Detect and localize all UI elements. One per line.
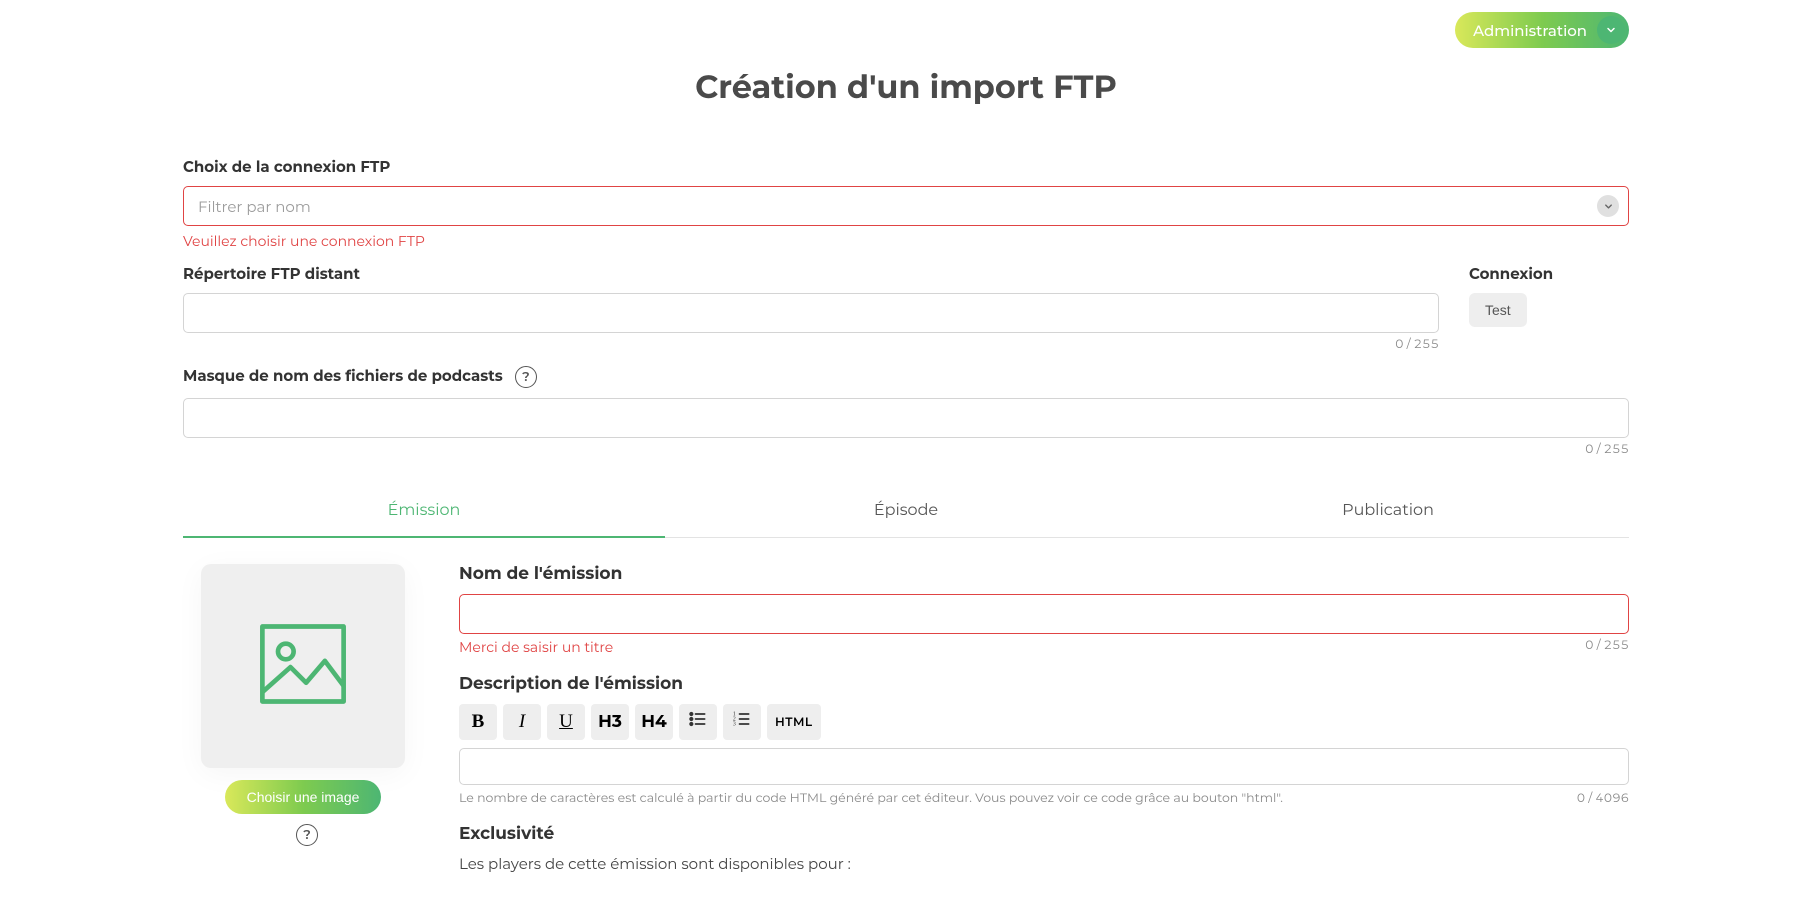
admin-menu-label: Administration bbox=[1473, 21, 1587, 40]
mask-input[interactable] bbox=[183, 398, 1629, 438]
bullet-list-icon bbox=[688, 709, 708, 735]
remote-dir-label: Répertoire FTP distant bbox=[183, 264, 1439, 283]
numbered-list-icon: 1 2 3 bbox=[732, 709, 752, 735]
test-connection-button[interactable]: Test bbox=[1469, 293, 1527, 327]
emission-name-input[interactable] bbox=[459, 594, 1629, 634]
chevron-down-icon bbox=[1597, 16, 1625, 44]
ftp-connection-label: Choix de la connexion FTP bbox=[183, 157, 1629, 176]
ftp-connection-error: Veuillez choisir une connexion FTP bbox=[183, 232, 1629, 250]
choose-image-button[interactable]: Choisir une image bbox=[225, 780, 382, 814]
image-icon bbox=[253, 614, 353, 719]
svg-text:3: 3 bbox=[733, 722, 736, 728]
admin-menu[interactable]: Administration bbox=[1455, 12, 1629, 48]
emission-desc-counter: 0 / 4096 bbox=[1577, 791, 1629, 806]
emission-name-label: Nom de l'émission bbox=[459, 564, 1629, 584]
tab-publication[interactable]: Publication bbox=[1147, 487, 1629, 538]
mask-label: Masque de nom des fichiers de podcasts ? bbox=[183, 366, 1629, 388]
bullet-list-button[interactable] bbox=[679, 704, 717, 740]
h3-button[interactable]: H3 bbox=[591, 704, 629, 740]
remote-dir-counter: 0 / 255 bbox=[183, 337, 1439, 352]
help-icon[interactable]: ? bbox=[515, 366, 537, 388]
tab-bar: Émission Épisode Publication bbox=[183, 487, 1629, 538]
emission-name-error: Merci de saisir un titre bbox=[459, 638, 613, 656]
emission-name-counter: 0 / 255 bbox=[1585, 638, 1629, 653]
emission-desc-info: Le nombre de caractères est calculé à pa… bbox=[459, 791, 1283, 806]
h4-button[interactable]: H4 bbox=[635, 704, 673, 740]
exclusivity-text: Les players de cette émission sont dispo… bbox=[459, 854, 1629, 873]
help-icon[interactable]: ? bbox=[296, 824, 318, 846]
image-placeholder[interactable] bbox=[201, 564, 405, 768]
tab-episode[interactable]: Épisode bbox=[665, 487, 1147, 538]
remote-dir-input[interactable] bbox=[183, 293, 1439, 333]
mask-counter: 0 / 255 bbox=[183, 442, 1629, 457]
tab-emission[interactable]: Émission bbox=[183, 487, 665, 538]
exclusivity-label: Exclusivité bbox=[459, 824, 1629, 844]
underline-button[interactable]: U bbox=[547, 704, 585, 740]
rte-toolbar: B I U H3 H4 bbox=[459, 704, 1629, 740]
html-button[interactable]: HTML bbox=[767, 704, 821, 740]
bold-button[interactable]: B bbox=[459, 704, 497, 740]
page-title: Création d'un import FTP bbox=[183, 68, 1629, 107]
emission-desc-label: Description de l'émission bbox=[459, 674, 1629, 694]
mask-label-text: Masque de nom des fichiers de podcasts bbox=[183, 366, 503, 385]
ftp-connection-select[interactable] bbox=[183, 186, 1629, 226]
emission-desc-editor[interactable] bbox=[459, 748, 1629, 785]
numbered-list-button[interactable]: 1 2 3 bbox=[723, 704, 761, 740]
italic-button[interactable]: I bbox=[503, 704, 541, 740]
test-section-label: Connexion bbox=[1469, 264, 1629, 283]
